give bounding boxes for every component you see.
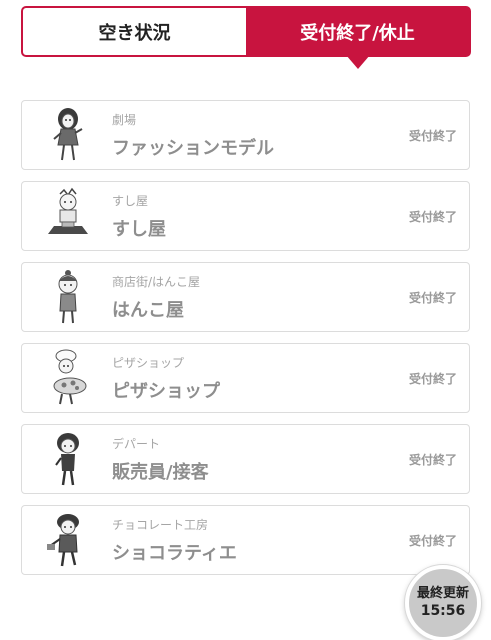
tab-availability[interactable]: 空き状況: [23, 8, 246, 55]
last-updated-button[interactable]: 最終更新 15:56: [405, 565, 481, 640]
store-category: チョコレート工房: [112, 517, 209, 532]
sushi-chef-character-icon: [44, 186, 92, 246]
store-list: 劇場 ファッションモデル 受付終了 すし屋 すし屋 受付終了 商店街/はんこ屋 …: [21, 100, 470, 586]
list-item[interactable]: 商店街/はんこ屋 はんこ屋 受付終了: [21, 262, 470, 332]
list-item[interactable]: チョコレート工房 ショコラティエ 受付終了: [21, 505, 470, 575]
fashion-model-character-icon: [44, 105, 92, 165]
list-item[interactable]: すし屋 すし屋 受付終了: [21, 181, 470, 251]
salesperson-character-icon: [44, 429, 92, 489]
store-category: ピザショップ: [112, 355, 185, 370]
status-label: 受付終了: [408, 210, 457, 224]
status-label: 受付終了: [408, 291, 457, 305]
list-item[interactable]: 劇場 ファッションモデル 受付終了: [21, 100, 470, 170]
status-label: 受付終了: [408, 534, 457, 548]
store-category: デパート: [112, 436, 161, 451]
tab-closed-suspended[interactable]: 受付終了/休止: [246, 8, 469, 69]
store-category: 商店街/はんこ屋: [112, 274, 201, 289]
last-updated-time: 15:56: [420, 603, 466, 619]
page: 空き状況 受付終了/休止 劇場 ファッションモデル 受付終了 すし屋 すし屋 受…: [0, 0, 491, 640]
store-category: 劇場: [112, 112, 137, 127]
last-updated-label: 最終更新: [416, 586, 469, 601]
status-label: 受付終了: [408, 129, 457, 143]
chocolatier-character-icon: [44, 510, 92, 570]
store-category: すし屋: [112, 193, 149, 208]
pizza-chef-character-icon: [44, 348, 92, 408]
list-item[interactable]: ピザショップ ピザショップ 受付終了: [21, 343, 470, 413]
list-item[interactable]: デパート 販売員/接客 受付終了: [21, 424, 470, 494]
status-tabs: 空き状況 受付終了/休止: [21, 6, 471, 69]
status-label: 受付終了: [408, 372, 457, 386]
stamp-shop-character-icon: [44, 267, 92, 327]
status-label: 受付終了: [408, 453, 457, 467]
